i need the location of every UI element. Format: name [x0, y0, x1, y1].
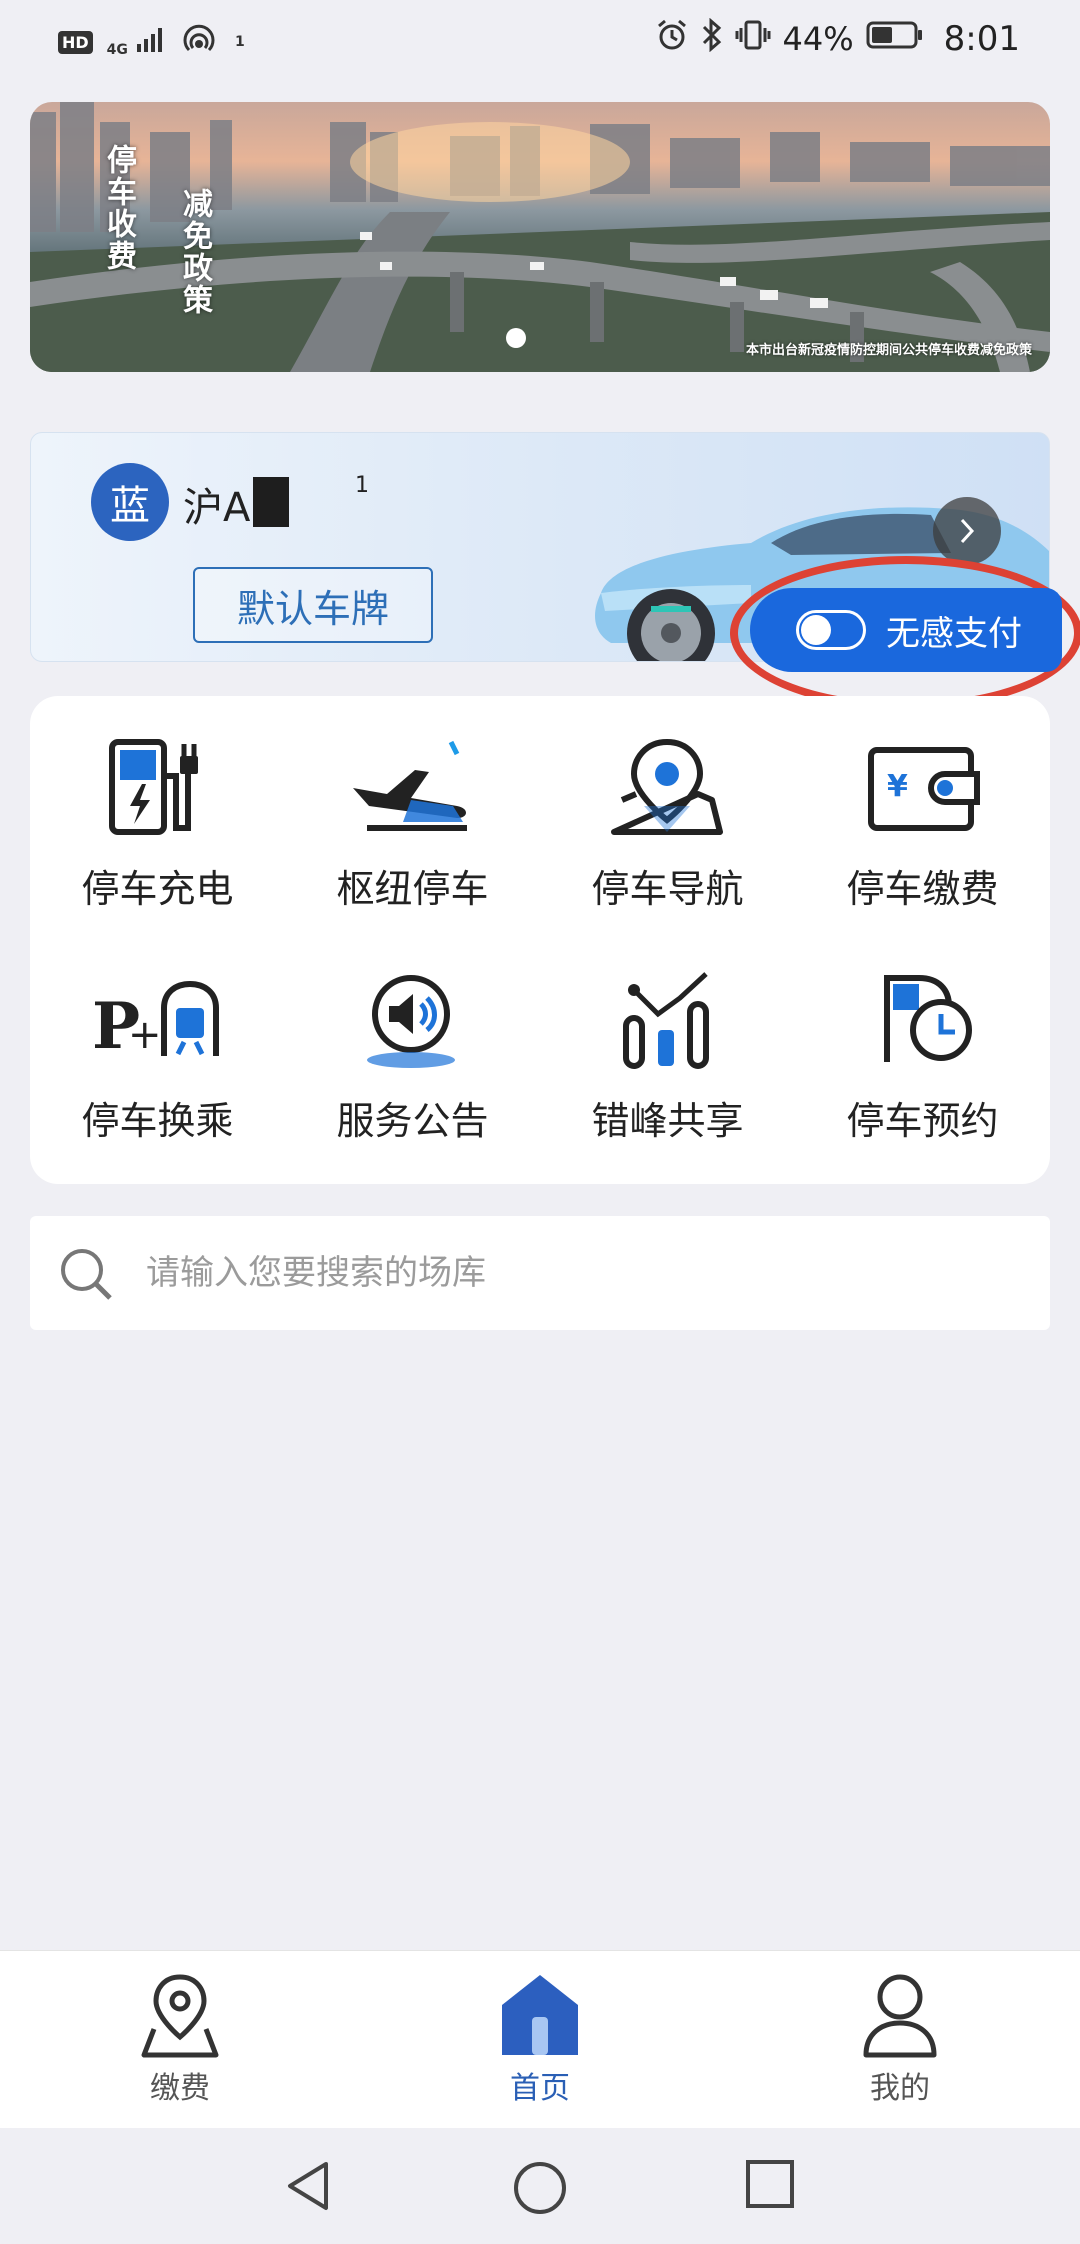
search-input[interactable] [146, 1236, 1006, 1310]
service-label: 停车充电 [81, 867, 234, 911]
alarm-icon [655, 18, 689, 60]
seamless-pay-area: 无感支付 [730, 556, 1080, 710]
parking-clock-icon [884, 975, 972, 1062]
hotspot-icon [181, 22, 221, 62]
banner-caption: 本市出台新冠疫情防控期间公共停车收费减免政策 [745, 343, 1032, 358]
service-parking-reservation[interactable]: 停车预约 [795, 928, 1050, 1148]
service-parking-navigation[interactable]: 停车导航 [540, 696, 795, 916]
plate-suffix: 1 [355, 473, 369, 498]
park-and-ride-icon: P + [92, 980, 219, 1064]
charging-station-icon [109, 739, 198, 835]
clock-time: 8:01 [943, 19, 1020, 59]
services-grid: 停车充电 枢纽停车 停车导航 ¥ 停车缴费 P + 停车换乘 服务公告 错峰共享… [30, 696, 1050, 1184]
map-pin-icon [611, 738, 723, 835]
policy-banner[interactable]: 停车收费 减免政策 本市出台新冠疫情防控期间公共停车收费减免政策 [30, 102, 1050, 372]
banner-title-right: 减免政策 [177, 188, 212, 316]
toggle-knob [801, 615, 831, 645]
network-type: 4G [106, 42, 128, 58]
airplane-icon [353, 740, 467, 831]
recents-icon[interactable] [744, 2158, 796, 2210]
service-hub-parking[interactable]: 枢纽停车 [285, 696, 540, 916]
plate-redaction [253, 477, 289, 527]
tab-payment[interactable]: 缴费 [0, 1951, 360, 2129]
location-icon [141, 1974, 219, 2058]
hd-badge: HD [58, 30, 93, 54]
service-label: 停车换乘 [81, 1099, 234, 1143]
service-label: 停车导航 [591, 867, 744, 911]
banner-title-left: 停车收费 [101, 144, 136, 272]
status-bar: HD 4G 1 44% 8:01 [0, 0, 1080, 80]
tab-label: 缴费 [150, 2071, 210, 2106]
svg-text:¥: ¥ [887, 769, 908, 804]
vibrate-icon [735, 18, 771, 60]
service-label: 错峰共享 [591, 1099, 744, 1143]
tab-home[interactable]: 首页 [360, 1951, 720, 2129]
system-navigation-bar [0, 2128, 1080, 2244]
service-park-and-ride[interactable]: P + 停车换乘 [30, 928, 285, 1148]
tab-profile[interactable]: 我的 [720, 1951, 1080, 2129]
carousel-indicator-dot[interactable] [506, 328, 526, 348]
wallet-icon: ¥ [868, 747, 980, 831]
seamless-pay-toggle-button[interactable]: 无感支付 [750, 588, 1062, 672]
service-off-peak-sharing[interactable]: 错峰共享 [540, 928, 795, 1148]
seamless-pay-label: 无感支付 [886, 613, 1022, 654]
service-parking-payment[interactable]: ¥ 停车缴费 [795, 696, 1050, 916]
status-bar-left: HD 4G 1 [58, 22, 245, 62]
plate-number: 沪A [183, 485, 251, 531]
speaker-icon [367, 975, 455, 1068]
toggle-switch[interactable] [796, 610, 866, 650]
signal-icon: 4G [107, 26, 167, 58]
profile-icon [863, 1974, 937, 2058]
battery-icon [866, 20, 924, 58]
service-label: 停车缴费 [846, 867, 999, 911]
status-bar-right: 44% 8:01 [655, 17, 1020, 60]
default-plate-button[interactable]: 默认车牌 [193, 567, 433, 643]
home-circle-icon[interactable] [510, 2158, 570, 2218]
back-icon[interactable] [282, 2158, 338, 2214]
battery-percent: 44% [782, 20, 854, 58]
next-vehicle-button[interactable] [933, 497, 1001, 565]
hotspot-count: 1 [235, 34, 245, 50]
service-parking-charging[interactable]: 停车充电 [30, 696, 285, 916]
tab-label: 首页 [510, 2071, 570, 2106]
tab-label: 我的 [870, 2071, 930, 2106]
service-label: 服务公告 [336, 1099, 489, 1143]
service-label: 枢纽停车 [336, 867, 489, 911]
service-announcements[interactable]: 服务公告 [285, 928, 540, 1148]
search-bar[interactable] [30, 1216, 1050, 1330]
svg-text:+: + [128, 1012, 162, 1058]
chevron-right-icon [960, 518, 975, 544]
plate-color-badge: 蓝 [91, 463, 169, 541]
bottom-tab-bar: 缴费 首页 我的 [0, 1950, 1080, 2128]
app-screen: HD 4G 1 44% 8:01 停车收费 减免政策 本市出台新冠疫情防控期间公… [0, 0, 1080, 2244]
shared-bars-icon [623, 972, 709, 1069]
bluetooth-icon [701, 17, 723, 60]
service-label: 停车预约 [846, 1099, 999, 1143]
search-icon [61, 1249, 112, 1300]
home-icon [502, 1975, 578, 2055]
